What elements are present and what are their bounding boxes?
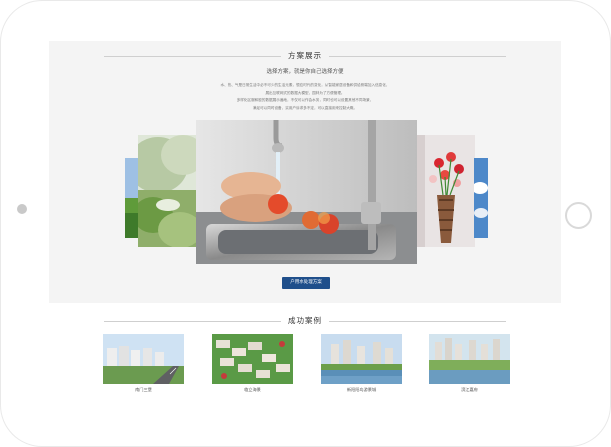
cases-title: 成功案例 (281, 316, 329, 325)
tablet-frame: 方案展示 选择方案，就是你自己选择方便 水、热、气是日常生活中必不可少的生活元素… (0, 0, 611, 447)
page-screen: 方案展示 选择方案，就是你自己选择方便 水、热、气是日常生活中必不可少的生活元素… (49, 41, 561, 408)
case-card[interactable]: 临立海景 (212, 334, 293, 393)
cases-heading: 成功案例 (49, 314, 561, 328)
case-image[interactable] (103, 334, 184, 384)
case-caption: 新阳阳岛游景城 (346, 387, 377, 392)
desc-line: 多样化区服和股的数据展示遍地，不仅可以作会水务，同时也可以设置其他不同场景， (236, 98, 374, 102)
case-image[interactable] (321, 334, 402, 384)
solution-heading: 方案展示 (49, 49, 561, 63)
carousel-slide-far-left[interactable] (125, 158, 139, 238)
carousel-slide-far-right[interactable] (474, 158, 488, 238)
camera-dot (17, 204, 27, 214)
flowers-image (417, 135, 475, 247)
solution-section: 方案展示 选择方案，就是你自己选择方便 水、热、气是日常生活中必不可少的生活元素… (49, 41, 561, 303)
cases-grid: 南门三堡 临立海景 新阳阳岛游景城 滨江嘉府 (49, 334, 561, 394)
nature-image (138, 135, 196, 247)
case-card[interactable]: 滨江嘉府 (429, 334, 510, 393)
desc-line: 水、热、气是日常生活中必不可少的生活元素，想应时代的变化，从智能家居设备和供给侧… (220, 83, 390, 87)
case-card[interactable]: 新阳阳岛游景城 (321, 334, 402, 393)
solution-title: 方案展示 (281, 51, 329, 60)
carousel-slide-right[interactable] (417, 135, 475, 247)
desc-line: 展出互联网式的数据大模型，园林为了方便管理。 (265, 90, 345, 95)
carousel-slide-left[interactable] (138, 135, 196, 247)
solution-subtitle: 选择方案，就是你自己选择方便 (266, 69, 344, 75)
faucet-image (196, 120, 417, 264)
carousel-slide-main[interactable] (196, 120, 417, 264)
water-solution-button[interactable]: 户用水处理方案 (282, 277, 330, 289)
case-caption: 临立海景 (244, 387, 261, 392)
case-caption: 南门三堡 (135, 387, 152, 392)
field-image (125, 158, 139, 238)
solution-description: 水、热、气是日常生活中必不可少的生活元素，想应时代的变化，从智能家居设备和供给侧… (179, 82, 431, 112)
solution-carousel[interactable] (49, 120, 561, 264)
cases-section: 成功案例 南门三堡 临立海景 新阳阳岛游景城 滨江嘉府 (49, 303, 561, 408)
case-card[interactable]: 南门三堡 (103, 334, 184, 393)
home-button[interactable] (565, 202, 592, 229)
desc-line: 满足可以同时设备，实用户诉求多不定，可以直接用来控制大概。 (252, 105, 358, 110)
case-image[interactable] (429, 334, 510, 384)
case-image[interactable] (212, 334, 293, 384)
sky-image (474, 158, 488, 238)
case-caption: 滨江嘉府 (461, 387, 478, 392)
